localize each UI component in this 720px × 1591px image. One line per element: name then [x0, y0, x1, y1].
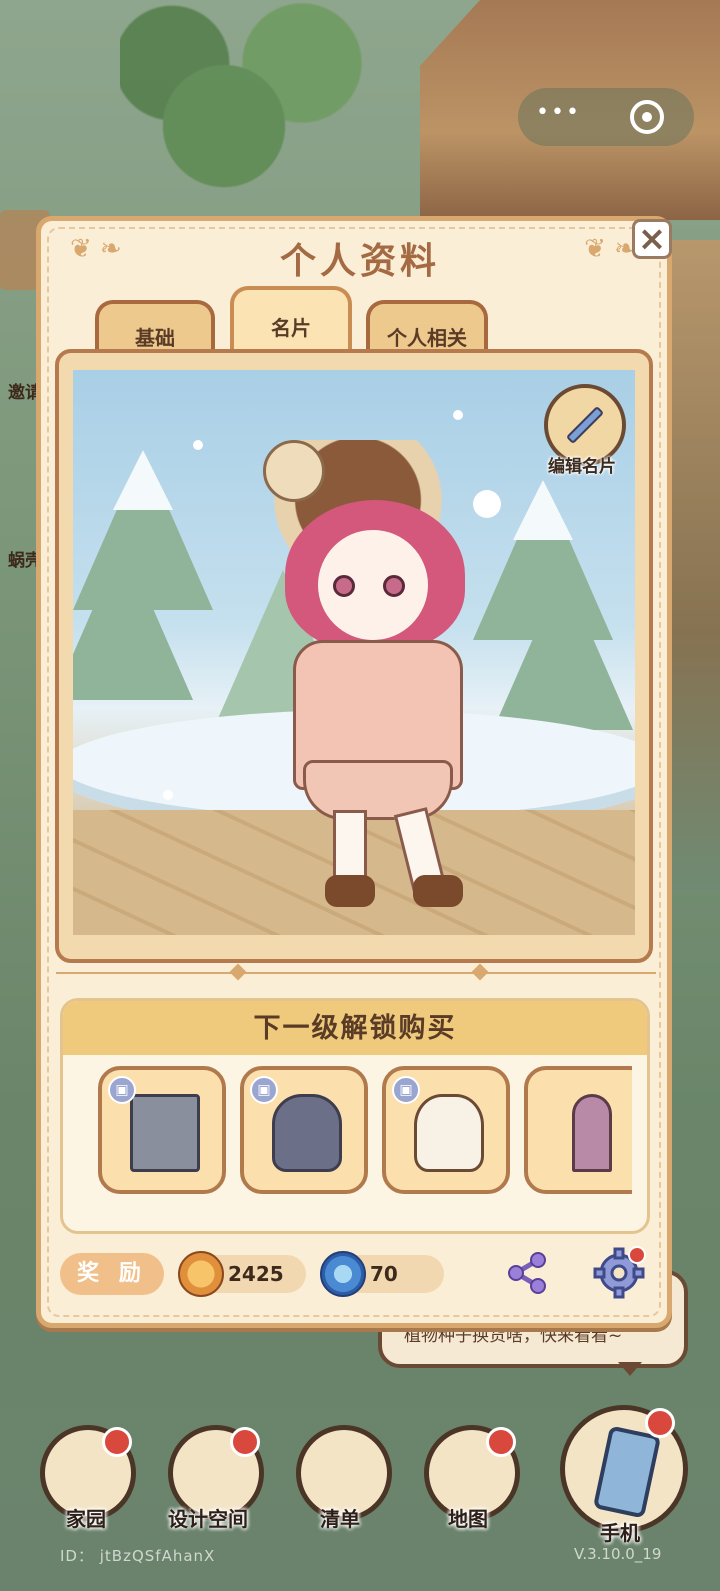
edit-namecard-label[interactable]: 编辑名片 [548, 452, 616, 477]
notification-dot [645, 1408, 675, 1438]
nav-label-home: 家园 [66, 1507, 106, 1531]
gem-currency-value: 70 [370, 1262, 398, 1286]
avatar-character [233, 430, 533, 910]
tab-namecard[interactable]: 名片 [230, 286, 352, 356]
tree-snow [113, 450, 173, 510]
fryer-icon [130, 1094, 200, 1172]
character-boot [413, 875, 463, 907]
furniture-badge-icon: ▣ [108, 1076, 136, 1104]
unlock-item[interactable]: ▣ [98, 1066, 226, 1194]
furniture-badge-icon: ▣ [250, 1076, 278, 1104]
nav-label-map: 地图 [448, 1507, 488, 1531]
unlock-item-list[interactable]: ▣ ▣ ▣ [98, 1066, 632, 1196]
armchair-icon [272, 1094, 342, 1172]
pencil-icon [565, 405, 605, 445]
character-boot [325, 875, 375, 907]
seed-coin-icon [178, 1251, 224, 1297]
phone-icon [592, 1425, 662, 1519]
close-miniprogram-icon[interactable] [630, 100, 664, 134]
notification-dot [102, 1427, 132, 1457]
tab-label: 名片 [271, 315, 311, 340]
notification-dot [230, 1427, 260, 1457]
unlock-item[interactable]: ▣ [382, 1066, 510, 1194]
unlock-header: 下一级解锁购买 [63, 1001, 647, 1055]
unlock-item[interactable] [524, 1066, 632, 1194]
snowflake [193, 440, 203, 450]
tab-label: 个人相关 [387, 325, 467, 350]
unlock-item[interactable]: ▣ [240, 1066, 368, 1194]
notification-dot [486, 1427, 516, 1457]
reward-button[interactable]: 奖 励 [60, 1253, 164, 1295]
arched-shelf-icon [572, 1094, 612, 1172]
character-eye [383, 575, 405, 597]
character-skirt [303, 760, 453, 820]
divider [56, 963, 656, 981]
mini-program-capsule: ••• [518, 88, 694, 146]
right-side-panel [672, 240, 720, 890]
snowflake [453, 410, 463, 420]
app-version: V.3.10.0_19 [574, 1545, 662, 1563]
close-button[interactable]: × [632, 219, 672, 259]
nav-label-phone: 手机 [600, 1521, 640, 1545]
character-eye [333, 575, 355, 597]
user-id: ID： jtBzQSfAhanX [60, 1547, 216, 1565]
dialog-title: 个人资料 [279, 241, 440, 282]
furniture-badge-icon: ▣ [392, 1076, 420, 1104]
gear-icon[interactable] [592, 1246, 646, 1300]
plant-decoration [120, 0, 380, 210]
more-icon[interactable]: ••• [536, 100, 586, 130]
nav-phone[interactable] [560, 1405, 688, 1533]
share-icon[interactable] [504, 1250, 550, 1296]
snowflake [163, 790, 173, 800]
spiral-gem-icon [320, 1251, 366, 1297]
seed-currency: 2425 [178, 1251, 306, 1297]
seed-currency-value: 2425 [228, 1262, 284, 1286]
close-icon: × [637, 219, 667, 259]
nav-label-design-space: 设计空间 [168, 1507, 248, 1531]
gem-currency: 70 [320, 1251, 444, 1297]
stand-mixer-icon [414, 1094, 484, 1172]
tab-label: 基础 [135, 325, 175, 350]
nav-label-list: 清单 [320, 1507, 360, 1531]
pine-tree [73, 540, 193, 700]
